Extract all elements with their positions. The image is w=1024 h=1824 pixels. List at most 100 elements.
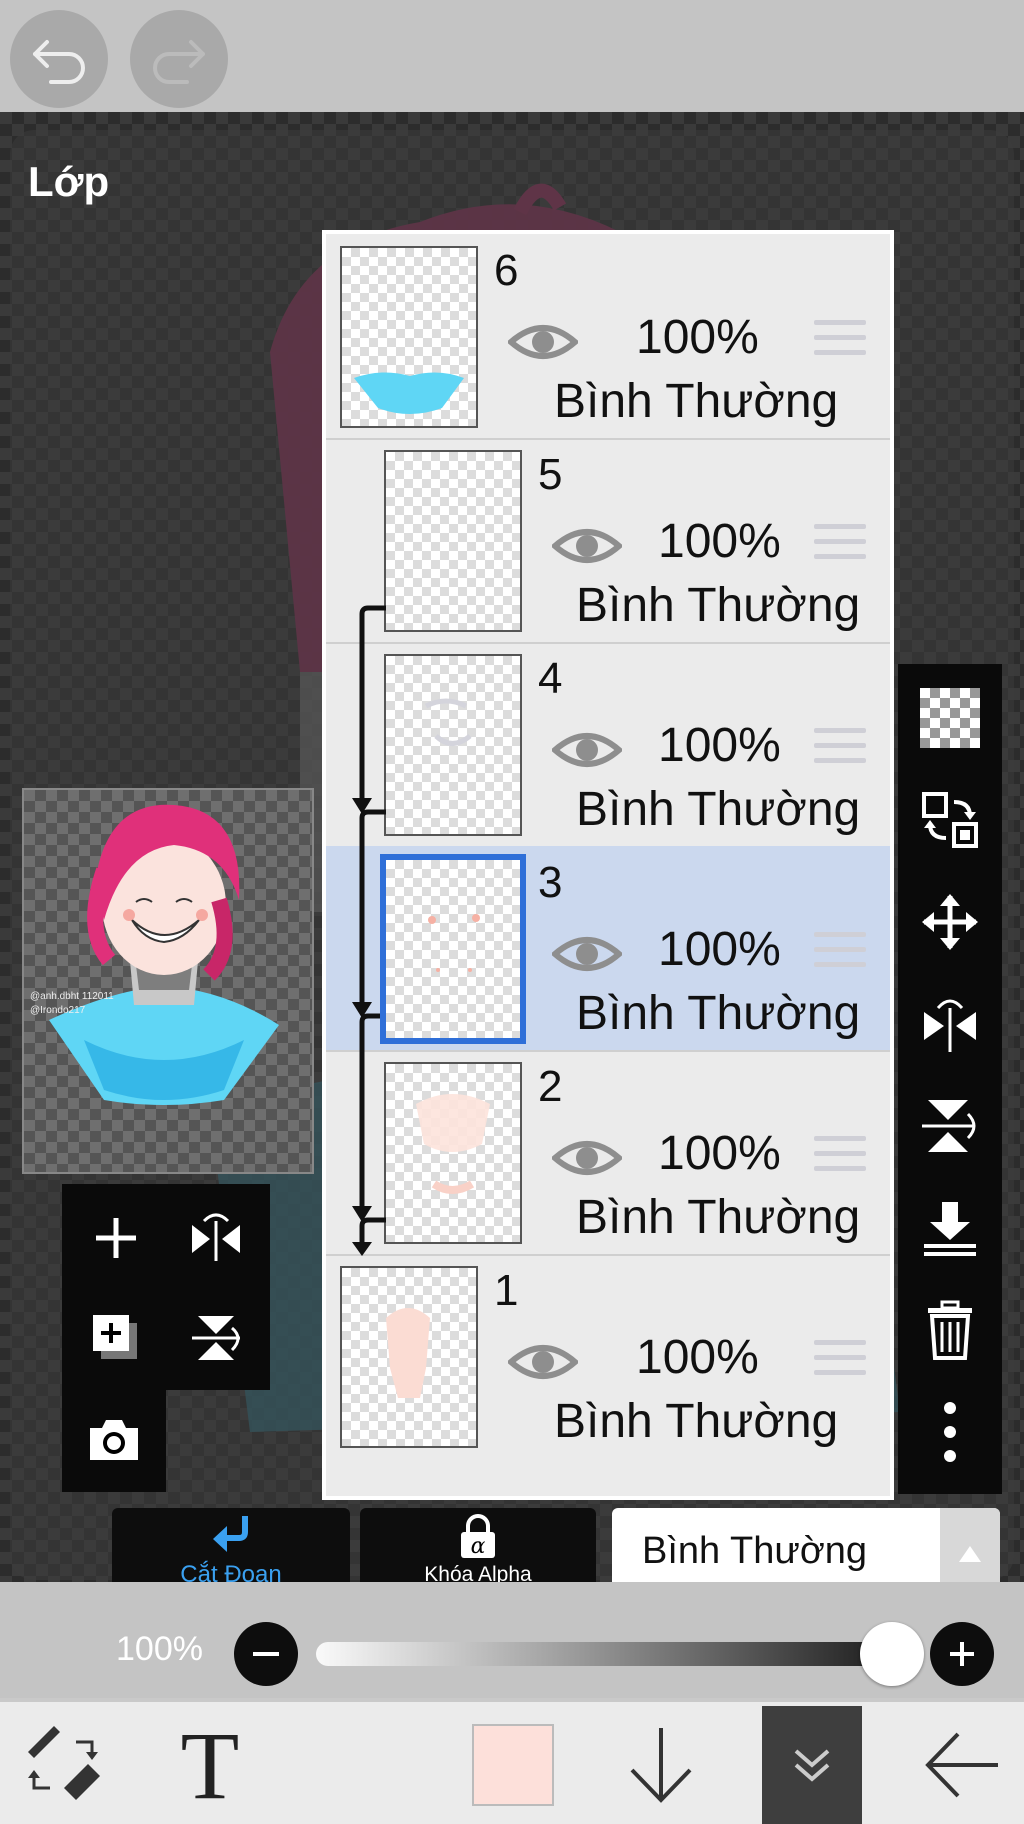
- redo-icon: [153, 40, 205, 84]
- flip-vertical-icon: [922, 1100, 976, 1152]
- clipping-icon: [213, 1516, 248, 1552]
- more-icon: [944, 1402, 956, 1462]
- layer-blend-mode: Bình Thường: [576, 987, 861, 1040]
- minus-icon: [253, 1652, 279, 1656]
- canvas-preview: @anh.dbht 112011 @Irondo217: [22, 788, 314, 1174]
- flip-vertical-button[interactable]: [898, 1076, 1002, 1176]
- layer-opacity: 100%: [636, 311, 759, 364]
- right-toolbar: [898, 664, 1002, 1494]
- swap-layer-button[interactable]: [898, 770, 1002, 870]
- duplicate-layer-button[interactable]: [66, 1288, 166, 1388]
- back-icon: [925, 1732, 998, 1798]
- layer-number: 6: [494, 246, 519, 295]
- duplicate-layer-icon: [93, 1315, 137, 1359]
- flip-horizontal-button[interactable]: [898, 974, 1002, 1074]
- camera-icon: [90, 1420, 138, 1460]
- watermark-line1: @anh.dbht 112011: [30, 991, 114, 1002]
- layer-row-6[interactable]: 6 100% Bình Thường: [326, 234, 890, 440]
- merge-down-button[interactable]: [898, 1178, 1002, 1278]
- eye-icon[interactable]: [508, 320, 578, 364]
- left-tools-top: [62, 1184, 270, 1390]
- svg-text:T: T: [181, 1718, 240, 1808]
- layer-number: 1: [494, 1266, 519, 1315]
- color-swatch[interactable]: [472, 1724, 554, 1806]
- layer-thumbnail: [384, 450, 522, 632]
- rotate-layer-icon: [192, 1316, 240, 1360]
- text-tool-button[interactable]: T: [170, 1712, 250, 1819]
- drag-handle-icon[interactable]: [814, 1340, 866, 1380]
- move-button[interactable]: [898, 872, 1002, 972]
- layer-row-1[interactable]: 1 100% Bình Thường: [326, 1254, 890, 1458]
- eye-icon[interactable]: [552, 524, 622, 568]
- brush-eraser-icon: [28, 1726, 100, 1800]
- layer-row-3[interactable]: 3 100% Bình Thường: [326, 846, 890, 1052]
- eye-icon[interactable]: [552, 1136, 622, 1180]
- chevron-up-icon: [959, 1546, 981, 1562]
- camera-button[interactable]: [64, 1390, 164, 1490]
- opacity-decrease-button[interactable]: [234, 1622, 298, 1686]
- brush-eraser-button[interactable]: [20, 1722, 104, 1806]
- undo-icon: [33, 40, 85, 84]
- layer-row-5[interactable]: 5 100% Bình Thường: [326, 438, 890, 644]
- layer-opacity: 100%: [658, 923, 781, 976]
- add-layer-icon: [96, 1218, 136, 1258]
- back-button[interactable]: [922, 1728, 1002, 1802]
- layer-down-button[interactable]: [626, 1722, 696, 1806]
- more-button[interactable]: [898, 1382, 1002, 1482]
- drag-handle-icon[interactable]: [814, 1136, 866, 1176]
- preview-artwork: [49, 804, 279, 1105]
- layer-thumbnail: [384, 654, 522, 836]
- layer-number: 4: [538, 654, 563, 703]
- layer-number: 3: [538, 858, 563, 907]
- opacity-slider-track[interactable]: [316, 1642, 896, 1666]
- layer-thumbnail: [384, 1062, 522, 1244]
- swap-layer-icon: [922, 792, 978, 848]
- eye-icon[interactable]: [508, 1340, 578, 1384]
- drag-handle-icon[interactable]: [814, 524, 866, 564]
- layer-blend-mode: Bình Thường: [554, 1395, 839, 1448]
- layer-blend-mode: Bình Thường: [554, 375, 839, 428]
- layer-row-2[interactable]: 2 100% Bình Thường: [326, 1050, 890, 1256]
- arrow-down-icon: [630, 1728, 692, 1803]
- layer-number: 5: [538, 450, 563, 499]
- flip-layer-icon: [192, 1213, 240, 1261]
- layer-number: 2: [538, 1062, 563, 1111]
- layer-row-4[interactable]: 4 100% Bình Thường: [326, 642, 890, 848]
- flip-horizontal-icon: [924, 999, 976, 1052]
- eye-icon[interactable]: [552, 932, 622, 976]
- layer-opacity: 100%: [658, 719, 781, 772]
- redo-button[interactable]: [130, 10, 228, 108]
- merge-down-icon: [924, 1202, 976, 1256]
- layers-list: 6 100% Bình Thường 5 100% Bình Thường 4 …: [322, 230, 894, 1500]
- layer-opacity: 100%: [658, 515, 781, 568]
- opacity-label: 100%: [116, 1630, 203, 1668]
- flip-layer-button[interactable]: [166, 1188, 266, 1288]
- opacity-slider-thumb[interactable]: [860, 1622, 924, 1686]
- delete-layer-button[interactable]: [898, 1280, 1002, 1380]
- trash-icon: [928, 1300, 972, 1360]
- rotate-layer-button[interactable]: [166, 1288, 266, 1388]
- undo-button[interactable]: [10, 10, 108, 108]
- drag-handle-icon[interactable]: [814, 932, 866, 972]
- layer-blend-mode: Bình Thường: [576, 1191, 861, 1244]
- plus-icon: [950, 1642, 974, 1666]
- opacity-increase-button[interactable]: [930, 1622, 994, 1686]
- left-tools-bottom: [62, 1390, 166, 1492]
- layer-blend-mode: Bình Thường: [576, 783, 861, 836]
- blend-mode-value: Bình Thường: [642, 1530, 868, 1572]
- move-icon: [922, 894, 978, 950]
- transparency-button[interactable]: [898, 668, 1002, 768]
- text-icon: T: [181, 1712, 240, 1819]
- layer-blend-mode: Bình Thường: [576, 579, 861, 632]
- lock-alpha-icon: α: [461, 1514, 495, 1559]
- drag-handle-icon[interactable]: [814, 728, 866, 768]
- layers-panel-button[interactable]: [762, 1706, 862, 1824]
- clipping-arrows: [352, 605, 386, 1256]
- add-layer-button[interactable]: [66, 1188, 166, 1288]
- layer-thumbnail: [380, 854, 526, 1044]
- eye-icon[interactable]: [552, 728, 622, 772]
- panel-title: Lớp: [28, 158, 110, 205]
- drag-handle-icon[interactable]: [814, 320, 866, 360]
- watermark-line2: @Irondo217: [30, 1005, 86, 1016]
- double-chevron-icon: [794, 1749, 830, 1782]
